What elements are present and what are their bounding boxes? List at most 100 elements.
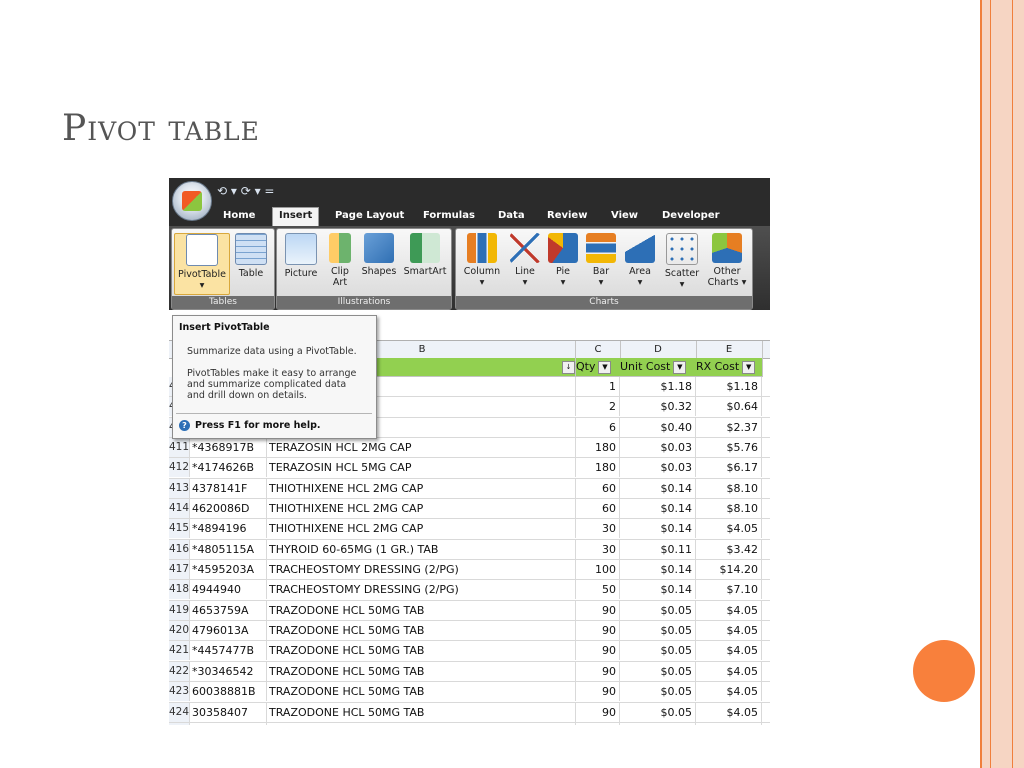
tab-insert[interactable]: Insert: [272, 207, 320, 227]
rx-cost-cell[interactable]: $8.10: [696, 478, 762, 498]
unit-cost-cell[interactable]: $0.05: [620, 661, 696, 681]
picture-button[interactable]: Picture: [281, 233, 321, 279]
unit-cost-cell[interactable]: $0.11: [620, 539, 696, 559]
tab-view[interactable]: View: [605, 208, 644, 224]
unit-cost-cell[interactable]: $0.05: [620, 621, 696, 641]
tab-review[interactable]: Review: [541, 208, 593, 224]
description-cell[interactable]: TRACHEOSTOMY DRESSING (2/PG): [269, 560, 576, 580]
unit-cost-cell[interactable]: $0.03: [620, 458, 696, 478]
code-cell[interactable]: *4805115A: [192, 539, 267, 559]
unit-cost-cell[interactable]: $0.05: [620, 722, 696, 725]
qty-cell[interactable]: 180: [576, 438, 620, 458]
tab-developer[interactable]: Developer: [656, 208, 726, 224]
unit-cost-cell[interactable]: $0.14: [620, 519, 696, 539]
row-number-cell[interactable]: 414: [169, 499, 190, 519]
rx-cost-cell[interactable]: $6.17: [696, 458, 762, 478]
description-cell[interactable]: TRAZODONE HCL 50MG TAB: [269, 702, 576, 722]
unit-cost-cell[interactable]: $0.40: [620, 417, 696, 437]
rx-cost-cell[interactable]: $5.76: [696, 438, 762, 458]
rx-cost-cell[interactable]: $4.05: [696, 600, 762, 620]
row-number-cell[interactable]: 417: [169, 560, 190, 580]
row-number-cell[interactable]: 413: [169, 478, 190, 498]
tab-home[interactable]: Home: [217, 208, 261, 224]
rx-cost-cell[interactable]: $0.64: [696, 397, 762, 417]
qty-cell[interactable]: 60: [576, 478, 620, 498]
description-cell[interactable]: TRACHEOSTOMY DRESSING (2/PG): [269, 580, 576, 600]
description-cell[interactable]: TERAZOSIN HCL 2MG CAP: [269, 438, 576, 458]
code-cell[interactable]: 60038881B: [192, 682, 267, 702]
rx-cost-cell[interactable]: $7.10: [696, 580, 762, 600]
column-chart-button[interactable]: Column ▾: [460, 233, 504, 288]
pivottable-button[interactable]: PivotTable ▾: [174, 233, 230, 295]
qty-cell[interactable]: 90: [576, 600, 620, 620]
code-cell[interactable]: *4457477B: [192, 641, 267, 661]
row-number-cell[interactable]: 419: [169, 600, 190, 620]
area-chart-button[interactable]: Area ▾: [622, 233, 658, 288]
rx-cost-cell[interactable]: $3.42: [696, 539, 762, 559]
description-cell[interactable]: THYROID 60-65MG (1 GR.) TAB: [269, 539, 576, 559]
qty-cell[interactable]: 6: [576, 417, 620, 437]
office-button[interactable]: [172, 181, 212, 221]
row-number-cell[interactable]: 422: [169, 661, 190, 681]
code-cell[interactable]: 4653759A: [192, 600, 267, 620]
code-cell[interactable]: *4894196: [192, 519, 267, 539]
column-header-d[interactable]: D: [620, 341, 697, 358]
tab-data[interactable]: Data: [492, 208, 531, 224]
unit-cost-cell[interactable]: $0.14: [620, 560, 696, 580]
qty-cell[interactable]: 30: [576, 539, 620, 559]
description-cell[interactable]: TERAZOSIN HCL 5MG CAP: [269, 458, 576, 478]
rx-cost-cell[interactable]: $2.37: [696, 417, 762, 437]
unit-cost-cell[interactable]: $0.05: [620, 702, 696, 722]
unit-cost-cell[interactable]: $1.18: [620, 377, 696, 396]
code-cell[interactable]: 4378141F: [192, 478, 267, 498]
dropdown-arrow-icon[interactable]: ▼: [598, 360, 612, 374]
unit-cost-cell[interactable]: $0.05: [620, 600, 696, 620]
unit-cost-cell[interactable]: $0.05: [620, 682, 696, 702]
qty-cell[interactable]: 1: [576, 377, 620, 396]
other-charts-button[interactable]: Other Charts ▾: [706, 233, 748, 288]
sort-filter-icon[interactable]: ↓: [562, 360, 575, 374]
unit-cost-cell[interactable]: $0.14: [620, 580, 696, 600]
qty-cell[interactable]: 30: [576, 519, 620, 539]
row-number-cell[interactable]: 421: [169, 641, 190, 661]
row-number-cell[interactable]: 425: [169, 722, 190, 725]
dropdown-arrow-icon[interactable]: ▼: [742, 360, 756, 374]
rx-cost-cell[interactable]: $4.05: [696, 682, 762, 702]
code-cell[interactable]: 4944940: [192, 580, 267, 600]
row-number-cell[interactable]: 423: [169, 682, 190, 702]
code-cell[interactable]: *4595203A: [192, 560, 267, 580]
tooltip-help[interactable]: ? Press F1 for more help.: [179, 420, 321, 431]
qty-cell[interactable]: 60: [576, 722, 620, 725]
column-header-c[interactable]: C: [576, 341, 621, 358]
quick-access-toolbar[interactable]: ⟲ ▾ ⟳ ▾ =: [217, 184, 274, 198]
bar-chart-button[interactable]: Bar ▾: [584, 233, 618, 288]
code-cell[interactable]: *30346542: [192, 661, 267, 681]
description-cell[interactable]: TRAZODONE HCL 50MG TAB: [269, 661, 576, 681]
description-cell[interactable]: TRAZODONE HCL 50MG TAB: [269, 641, 576, 661]
shapes-button[interactable]: Shapes: [359, 233, 399, 277]
row-number-cell[interactable]: 411: [169, 438, 190, 458]
rx-cost-cell[interactable]: $4.05: [696, 519, 762, 539]
qty-cell[interactable]: 180: [576, 458, 620, 478]
rx-cost-cell[interactable]: $1.18: [696, 377, 762, 396]
dropdown-arrow-icon[interactable]: ▼: [673, 360, 687, 374]
pie-chart-button[interactable]: Pie ▾: [546, 233, 580, 288]
qty-cell[interactable]: 2: [576, 397, 620, 417]
rx-cost-cell[interactable]: $14.20: [696, 560, 762, 580]
row-number-cell[interactable]: 418: [169, 580, 190, 600]
rx-cost-cell[interactable]: $2.70: [696, 722, 762, 725]
description-cell[interactable]: THIOTHIXENE HCL 2MG CAP: [269, 499, 576, 519]
code-cell[interactable]: 20488794: [192, 722, 267, 725]
code-cell[interactable]: 4620086D: [192, 499, 267, 519]
unit-cost-cell[interactable]: $0.32: [620, 397, 696, 417]
code-cell[interactable]: 30358407: [192, 702, 267, 722]
qty-cell[interactable]: 90: [576, 641, 620, 661]
table-button[interactable]: Table: [232, 233, 270, 279]
qty-cell[interactable]: 90: [576, 661, 620, 681]
description-cell[interactable]: TRAZODONE HCL 50MG TAB: [269, 722, 576, 725]
rx-cost-cell[interactable]: $4.05: [696, 702, 762, 722]
column-header-e[interactable]: E: [696, 341, 763, 358]
row-number-cell[interactable]: 424: [169, 702, 190, 722]
rx-cost-cell[interactable]: $8.10: [696, 499, 762, 519]
description-cell[interactable]: THIOTHIXENE HCL 2MG CAP: [269, 478, 576, 498]
